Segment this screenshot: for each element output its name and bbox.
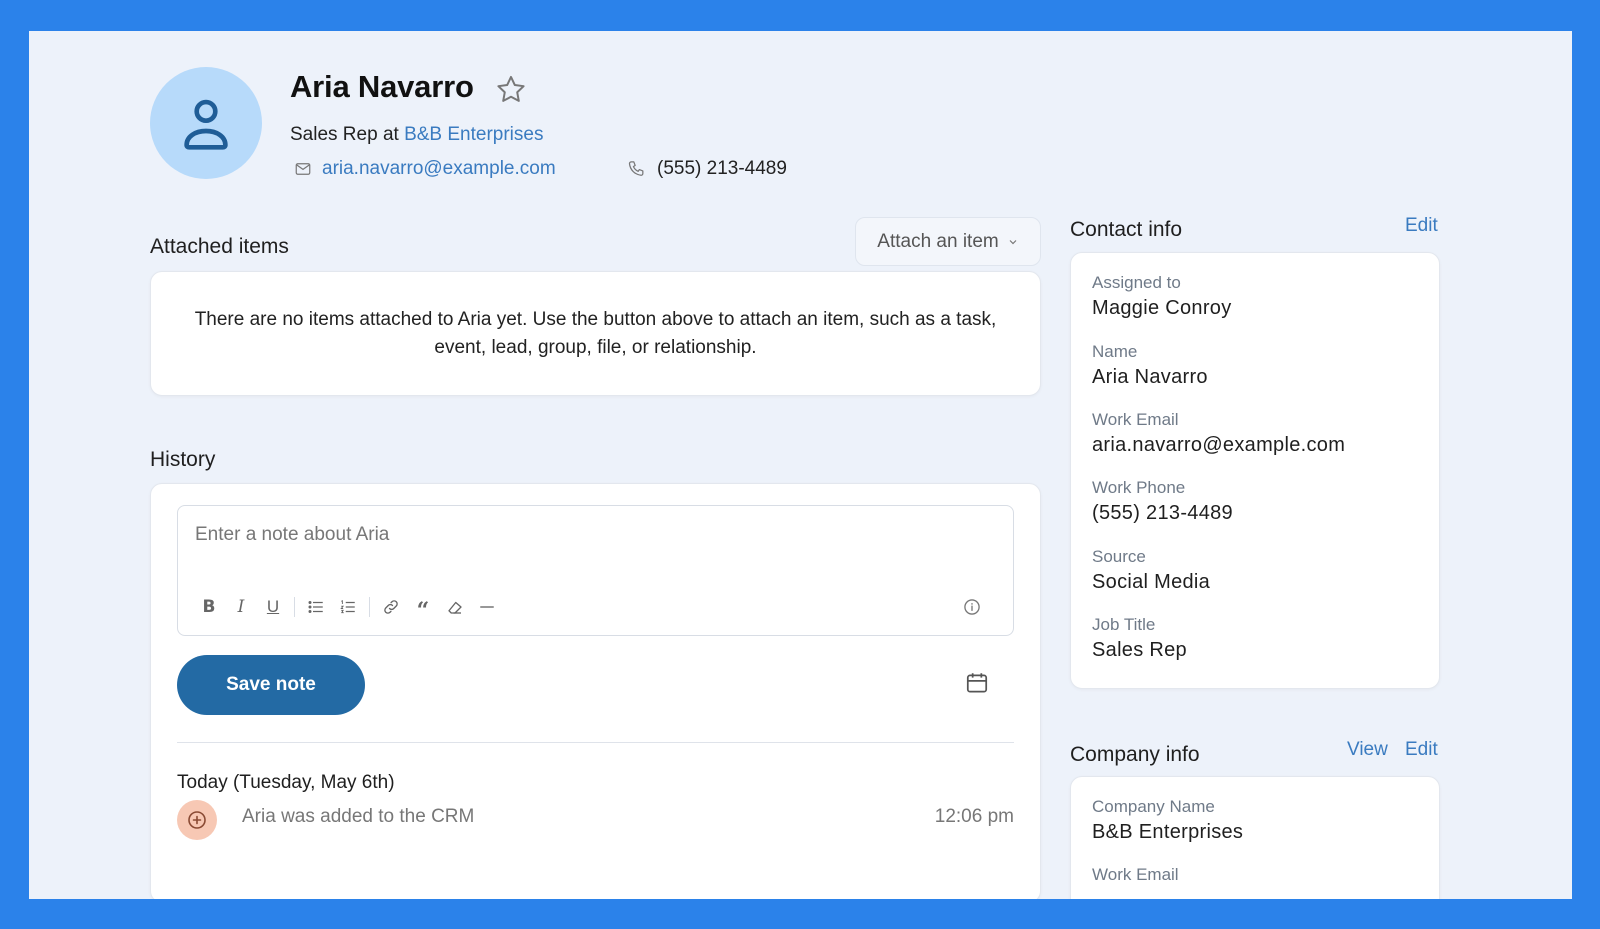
field-value: Sales Rep	[1092, 639, 1187, 661]
field-label: Work Email	[1092, 865, 1179, 884]
field-value: aria.navarro@example.com	[1092, 434, 1346, 456]
italic-icon[interactable]: I	[227, 594, 255, 620]
horizontal-rule-icon[interactable]	[473, 594, 501, 620]
contact-page: Aria Navarro Sales Rep at B&B Enterprise…	[29, 31, 1572, 899]
bold-icon[interactable]: B	[195, 594, 223, 620]
field-name: Name Aria Navarro	[1092, 342, 1208, 389]
attached-empty-message: There are no items attached to Aria yet.…	[194, 308, 997, 358]
attach-item-button[interactable]: Attach an item	[855, 217, 1041, 266]
field-value: Social Media	[1092, 571, 1211, 593]
field-work-email: Work Email aria.navarro@example.com	[1092, 410, 1345, 457]
phone-icon	[628, 161, 644, 176]
quote-icon[interactable]: “	[409, 594, 437, 624]
field-value: (555) 213-4489	[1092, 502, 1233, 524]
field-label: Name	[1092, 342, 1138, 361]
user-icon	[184, 99, 228, 150]
history-day-heading: Today (Tuesday, May 6th)	[177, 772, 395, 793]
mail-icon	[295, 163, 311, 175]
field-source: Source Social Media	[1092, 547, 1210, 594]
field-company-work-email: Work Email	[1092, 865, 1179, 889]
toolbar-divider	[294, 597, 295, 617]
company-info-view-link[interactable]: View	[1347, 739, 1388, 761]
plus-circle-icon	[188, 811, 206, 829]
field-job-title: Job Title Sales Rep	[1092, 615, 1187, 662]
header-phone[interactable]: (555) 213-4489	[627, 158, 787, 180]
history-event-time: 12:06 pm	[934, 806, 1014, 827]
field-label: Work Email	[1092, 410, 1179, 429]
history-card: Enter a note about Aria B I U “ Save not…	[150, 483, 1041, 899]
contact-subtitle: Sales Rep at B&B Enterprises	[290, 124, 543, 146]
field-label: Work Phone	[1092, 478, 1186, 497]
attached-items-card: There are no items attached to Aria yet.…	[150, 271, 1041, 396]
field-company-name: Company Name B&B Enterprises	[1092, 797, 1243, 844]
header-email[interactable]: aria.navarro@example.com	[294, 158, 556, 180]
note-toolbar: B I U “	[195, 594, 501, 624]
job-role: Sales Rep at	[290, 124, 399, 145]
clear-format-icon[interactable]	[441, 594, 469, 620]
toolbar-divider	[369, 597, 370, 617]
attached-items-heading: Attached items	[150, 235, 289, 258]
company-info-edit-link[interactable]: Edit	[1405, 739, 1438, 761]
contact-info-heading: Contact info	[1070, 218, 1183, 241]
avatar	[150, 67, 262, 179]
field-label: Assigned to	[1092, 273, 1181, 292]
underline-icon[interactable]: U	[259, 594, 287, 620]
contact-info-card: Assigned to Maggie Conroy Name Aria Nava…	[1070, 252, 1440, 689]
calendar-icon[interactable]	[964, 670, 990, 696]
note-editor[interactable]: Enter a note about Aria B I U “	[177, 505, 1014, 636]
chevron-down-icon	[1009, 239, 1017, 244]
phone-text: (555) 213-4489	[657, 158, 787, 179]
attach-item-label: Attach an item	[877, 230, 999, 252]
company-info-heading: Company info	[1070, 743, 1200, 766]
history-divider	[177, 742, 1014, 743]
link-icon[interactable]	[377, 594, 405, 620]
event-icon	[177, 800, 217, 840]
note-input[interactable]: Enter a note about Aria	[195, 524, 389, 546]
field-value: B&B Enterprises	[1092, 821, 1244, 843]
company-link[interactable]: B&B Enterprises	[404, 124, 543, 145]
email-link[interactable]: aria.navarro@example.com	[322, 158, 556, 180]
field-value: Aria Navarro	[1092, 366, 1208, 388]
company-info-card: Company Name B&B Enterprises Work Email	[1070, 776, 1440, 899]
contact-name: Aria Navarro	[290, 69, 474, 104]
save-note-button[interactable]: Save note	[177, 655, 365, 715]
star-icon[interactable]	[494, 73, 528, 107]
field-assigned-to: Assigned to Maggie Conroy	[1092, 273, 1232, 320]
field-work-phone: Work Phone (555) 213-4489	[1092, 478, 1233, 525]
field-label: Job Title	[1092, 615, 1156, 634]
numbered-list-icon[interactable]	[334, 594, 362, 620]
field-value: Maggie Conroy	[1092, 297, 1232, 319]
info-icon[interactable]	[962, 597, 982, 617]
history-heading: History	[150, 448, 216, 471]
field-label: Source	[1092, 547, 1146, 566]
bullet-list-icon[interactable]	[302, 594, 330, 620]
field-label: Company Name	[1092, 797, 1215, 816]
history-event-text: Aria was added to the CRM	[242, 806, 475, 827]
contact-info-edit-link[interactable]: Edit	[1405, 215, 1438, 237]
